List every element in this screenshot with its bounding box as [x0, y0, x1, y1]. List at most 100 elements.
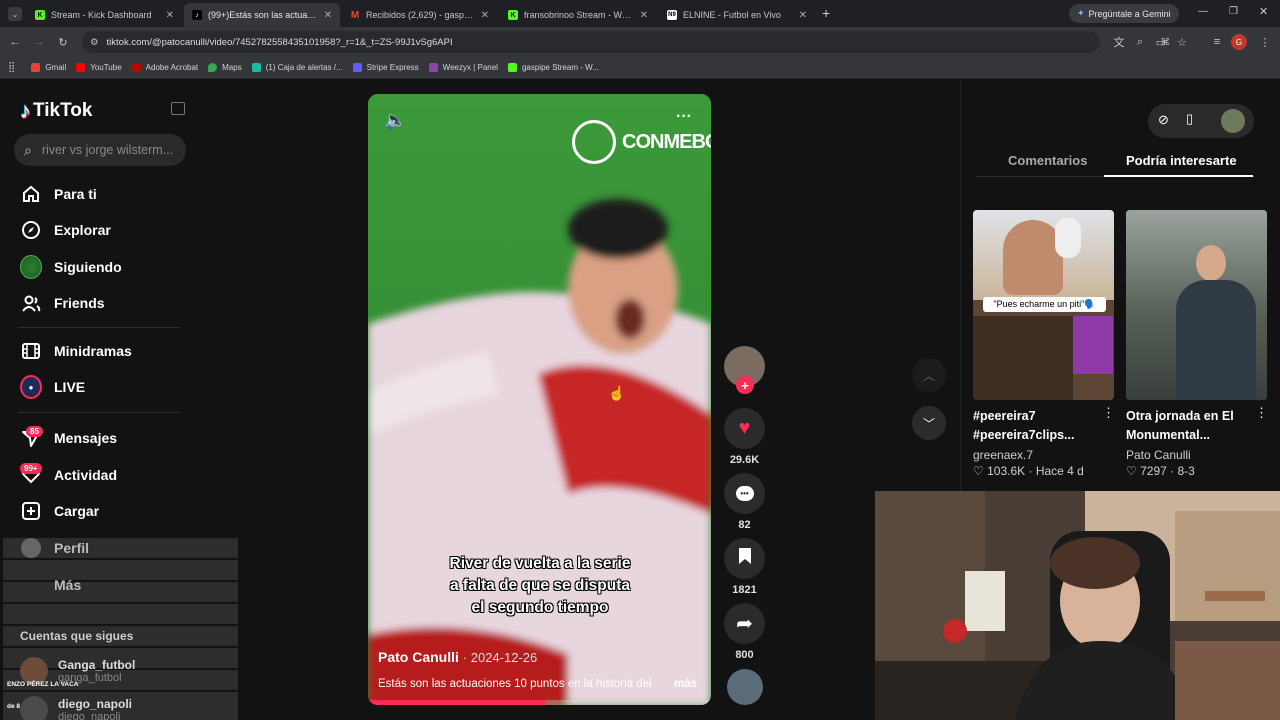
follow-plus-icon[interactable]: + — [736, 376, 754, 394]
messages-badge: 85 — [26, 426, 43, 437]
gmail-icon — [31, 63, 41, 72]
browser-tab-strip: ⌄ K Stream - Kick Dashboard ✕ ♪ (99+)Est… — [0, 0, 1280, 27]
compass-icon[interactable]: ⊘ — [1158, 112, 1169, 128]
thumbnail-ground — [973, 316, 1073, 400]
save-button[interactable] — [724, 538, 765, 579]
mobile-icon[interactable]: ▯ — [1186, 111, 1193, 127]
more-description-link[interactable]: más — [674, 678, 697, 690]
translate-icon[interactable]: 文 — [1110, 33, 1128, 51]
browser-tab[interactable]: K fransobrinoo Stream - Watch Li ✕ — [500, 3, 656, 27]
heart-outline-icon: ♡ — [1126, 464, 1137, 478]
collapse-sidebar-icon[interactable] — [171, 102, 185, 115]
bookmark-adobe[interactable]: Adobe Acrobat — [131, 63, 198, 72]
nav-siguiendo[interactable]: Siguiendo — [20, 254, 122, 280]
like-button[interactable]: ♥ — [724, 408, 765, 449]
plus-square-icon — [20, 500, 42, 522]
cast-icon[interactable]: ▭ — [1152, 33, 1170, 51]
tiktok-note-icon: ♪ — [20, 98, 31, 123]
card-author[interactable]: greenaex.7 — [973, 448, 1033, 462]
search-input[interactable]: ⌕ river vs jorge wilsterm... — [14, 134, 186, 166]
apps-grid-icon[interactable]: ⣿ — [8, 62, 15, 73]
tab-search-icon[interactable]: ⌄ — [8, 7, 22, 21]
menu-kebab-icon[interactable]: ⋮ — [1256, 33, 1274, 51]
url-text: tiktok.com/@patocanulli/video/7452782558… — [106, 36, 453, 48]
sound-avatar[interactable] — [727, 669, 763, 705]
site-info-icon[interactable]: ⚙ — [90, 37, 99, 48]
video-author[interactable]: Pato Canulli · 2024-12-26 — [378, 649, 537, 665]
nav-perfil[interactable]: Perfil — [20, 535, 89, 561]
share-arrow-icon: ➦ — [736, 613, 753, 635]
webcam-overlay — [875, 491, 1280, 720]
close-tab-icon[interactable]: ✕ — [324, 10, 332, 21]
restore-window-icon[interactable]: ❐ — [1229, 6, 1238, 17]
bookmark-stripe[interactable]: Stripe Express — [352, 63, 419, 72]
nav-explorar[interactable]: Explorar — [20, 217, 111, 243]
nav-minidramas[interactable]: Minidramas — [20, 338, 132, 364]
stripe-icon — [352, 63, 362, 72]
adobe-icon — [131, 63, 141, 72]
bookmark-weezyx[interactable]: Weezyx | Panel — [428, 63, 498, 72]
bookmark-youtube[interactable]: YouTube — [76, 63, 122, 72]
live-icon: ● — [20, 375, 42, 399]
media-controls-icon[interactable]: ≡ — [1208, 33, 1226, 51]
maps-icon — [208, 63, 218, 72]
card-author[interactable]: Pato Canulli — [1126, 448, 1191, 462]
thumbnail-person — [1196, 245, 1226, 281]
close-window-icon[interactable]: ✕ — [1259, 5, 1268, 18]
bookmark-kick[interactable]: gaspipe Stream - W... — [507, 63, 599, 72]
close-tab-icon[interactable]: ✕ — [640, 10, 648, 21]
comment-button[interactable]: ••• — [724, 473, 765, 514]
search-icon: ⌕ — [24, 141, 32, 158]
gemini-button[interactable]: ✦ Pregúntale a Gemini — [1069, 4, 1179, 23]
previous-video-button[interactable]: ︿ — [912, 358, 946, 392]
nav-para-ti[interactable]: Para ti — [20, 181, 97, 207]
browser-tab-active[interactable]: ♪ (99+)Estás son las actuaciones ✕ — [184, 3, 340, 27]
card-options-icon[interactable]: ⋮ — [1102, 405, 1115, 421]
sidebar-divider — [18, 412, 180, 413]
share-button[interactable]: ➦ — [724, 603, 765, 644]
shares-count: 800 — [735, 649, 754, 661]
bookmark-maps[interactable]: Maps — [208, 63, 242, 72]
reload-icon[interactable]: ↻ — [54, 33, 72, 51]
card-title[interactable]: Otra jornada en El Monumental... — [1126, 407, 1251, 445]
conmebol-watermark: CONMEBOL — [572, 120, 711, 164]
user-avatar[interactable] — [1221, 109, 1245, 133]
nav-mas[interactable]: Más — [20, 572, 81, 598]
author-avatar[interactable]: + — [724, 346, 765, 394]
video-card[interactable]: "Pues echarme un piti"🗣️ — [973, 210, 1114, 400]
bookmark-gmail[interactable]: Gmail — [31, 63, 66, 72]
nav-cargar[interactable]: Cargar — [20, 498, 99, 524]
forward-icon[interactable]: → — [30, 33, 48, 51]
address-bar[interactable]: ⚙ tiktok.com/@patocanulli/video/74527825… — [82, 31, 1170, 53]
thumbnail-person — [1003, 220, 1063, 295]
close-tab-icon[interactable]: ✕ — [481, 10, 489, 21]
new-tab-button[interactable]: + — [822, 5, 830, 21]
profile-avatar[interactable]: G — [1231, 34, 1247, 50]
tiktok-logo[interactable]: ♪ TikTok — [20, 98, 92, 124]
zoom-icon[interactable]: ⌕ — [1131, 33, 1149, 51]
bookmark-icon — [738, 547, 752, 570]
heart-outline-icon: ♡ — [973, 464, 984, 478]
card-options-icon[interactable]: ⋮ — [1255, 405, 1268, 421]
minimize-window-icon[interactable]: — — [1198, 6, 1208, 17]
nav-live[interactable]: ● LIVE — [20, 374, 85, 400]
followed-account[interactable]: diego_napoli diego_napoli — [20, 696, 132, 720]
video-card[interactable] — [1126, 210, 1267, 400]
nav-friends[interactable]: Friends — [20, 290, 105, 316]
nine-icon: N9 — [667, 10, 677, 20]
tab-comentarios[interactable]: Comentarios — [1008, 153, 1087, 168]
film-icon — [20, 340, 42, 362]
next-video-button[interactable]: ﹀ — [912, 406, 946, 440]
tab-podria-interesarte[interactable]: Podría interesarte — [1126, 153, 1237, 168]
bookmark-star-icon[interactable]: ☆ — [1173, 33, 1191, 51]
video-progress-track[interactable] — [368, 700, 711, 705]
back-icon[interactable]: ← — [6, 33, 24, 51]
volume-icon[interactable]: 🔈 — [384, 110, 406, 131]
browser-tab[interactable]: M Recibidos (2,629) - gasparpenn ✕ — [342, 3, 497, 27]
browser-tab[interactable]: N9 ELNINE - Futbol en Vivo ✕ — [659, 3, 815, 27]
card-title[interactable]: #peereira7 #peereira7clips... — [973, 407, 1098, 445]
close-tab-icon[interactable]: ✕ — [799, 10, 807, 21]
bookmark-alerts[interactable]: (1) Caja de alertas /... — [251, 63, 343, 72]
browser-tab[interactable]: K Stream - Kick Dashboard ✕ — [27, 3, 182, 27]
close-tab-icon[interactable]: ✕ — [166, 10, 174, 21]
